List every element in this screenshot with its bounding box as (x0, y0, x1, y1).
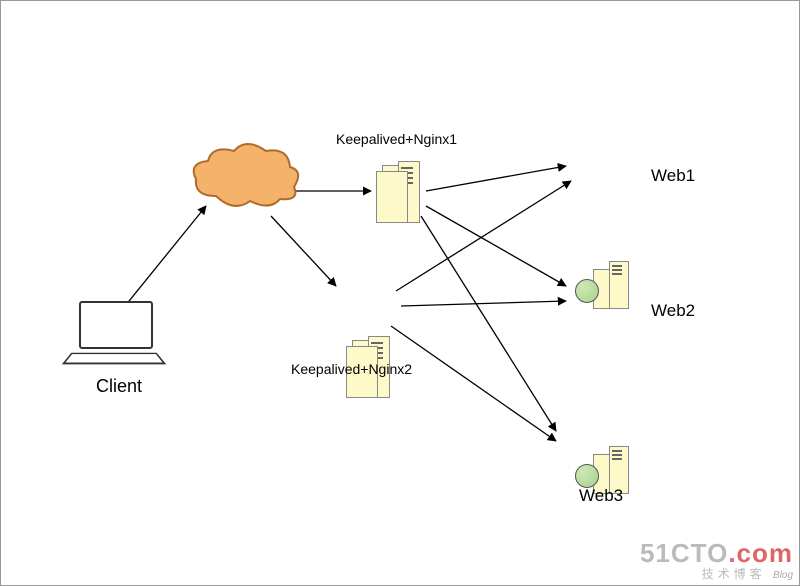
cloud-icon (186, 141, 306, 221)
edge-lb2-web3 (391, 326, 556, 441)
edge-lb1-web2 (426, 206, 566, 286)
web1-label: Web1 (651, 166, 695, 186)
edge-cloud-lb2 (271, 216, 336, 286)
edges-layer (1, 1, 800, 586)
globe-icon (575, 464, 599, 488)
watermark-blog: Blog (773, 570, 793, 581)
edge-lb1-web3 (421, 216, 556, 431)
web3-label: Web3 (579, 486, 623, 506)
lb2-label: Keepalived+Nginx2 (291, 361, 412, 377)
laptop-icon (79, 301, 153, 349)
lb1-label: Keepalived+Nginx1 (336, 131, 457, 147)
watermark-brand: 51CTO (640, 538, 728, 568)
client-label: Client (96, 376, 142, 397)
web1-node (581, 261, 641, 316)
edge-lb2-web2 (401, 301, 566, 306)
lb1-node (376, 171, 426, 231)
diagram-canvas: Client Keepalived+Nginx1 Keepalived+Ngin… (0, 0, 800, 586)
cloud-node (186, 141, 306, 224)
web2-label: Web2 (651, 301, 695, 321)
watermark-dot: .com (728, 538, 793, 568)
watermark-cn: 技术博客 (702, 567, 766, 581)
client-node (79, 301, 161, 365)
watermark: 51CTO.com 技术博客 Blog (640, 540, 793, 581)
edge-lb1-web1 (426, 166, 566, 191)
globe-icon (575, 279, 599, 303)
